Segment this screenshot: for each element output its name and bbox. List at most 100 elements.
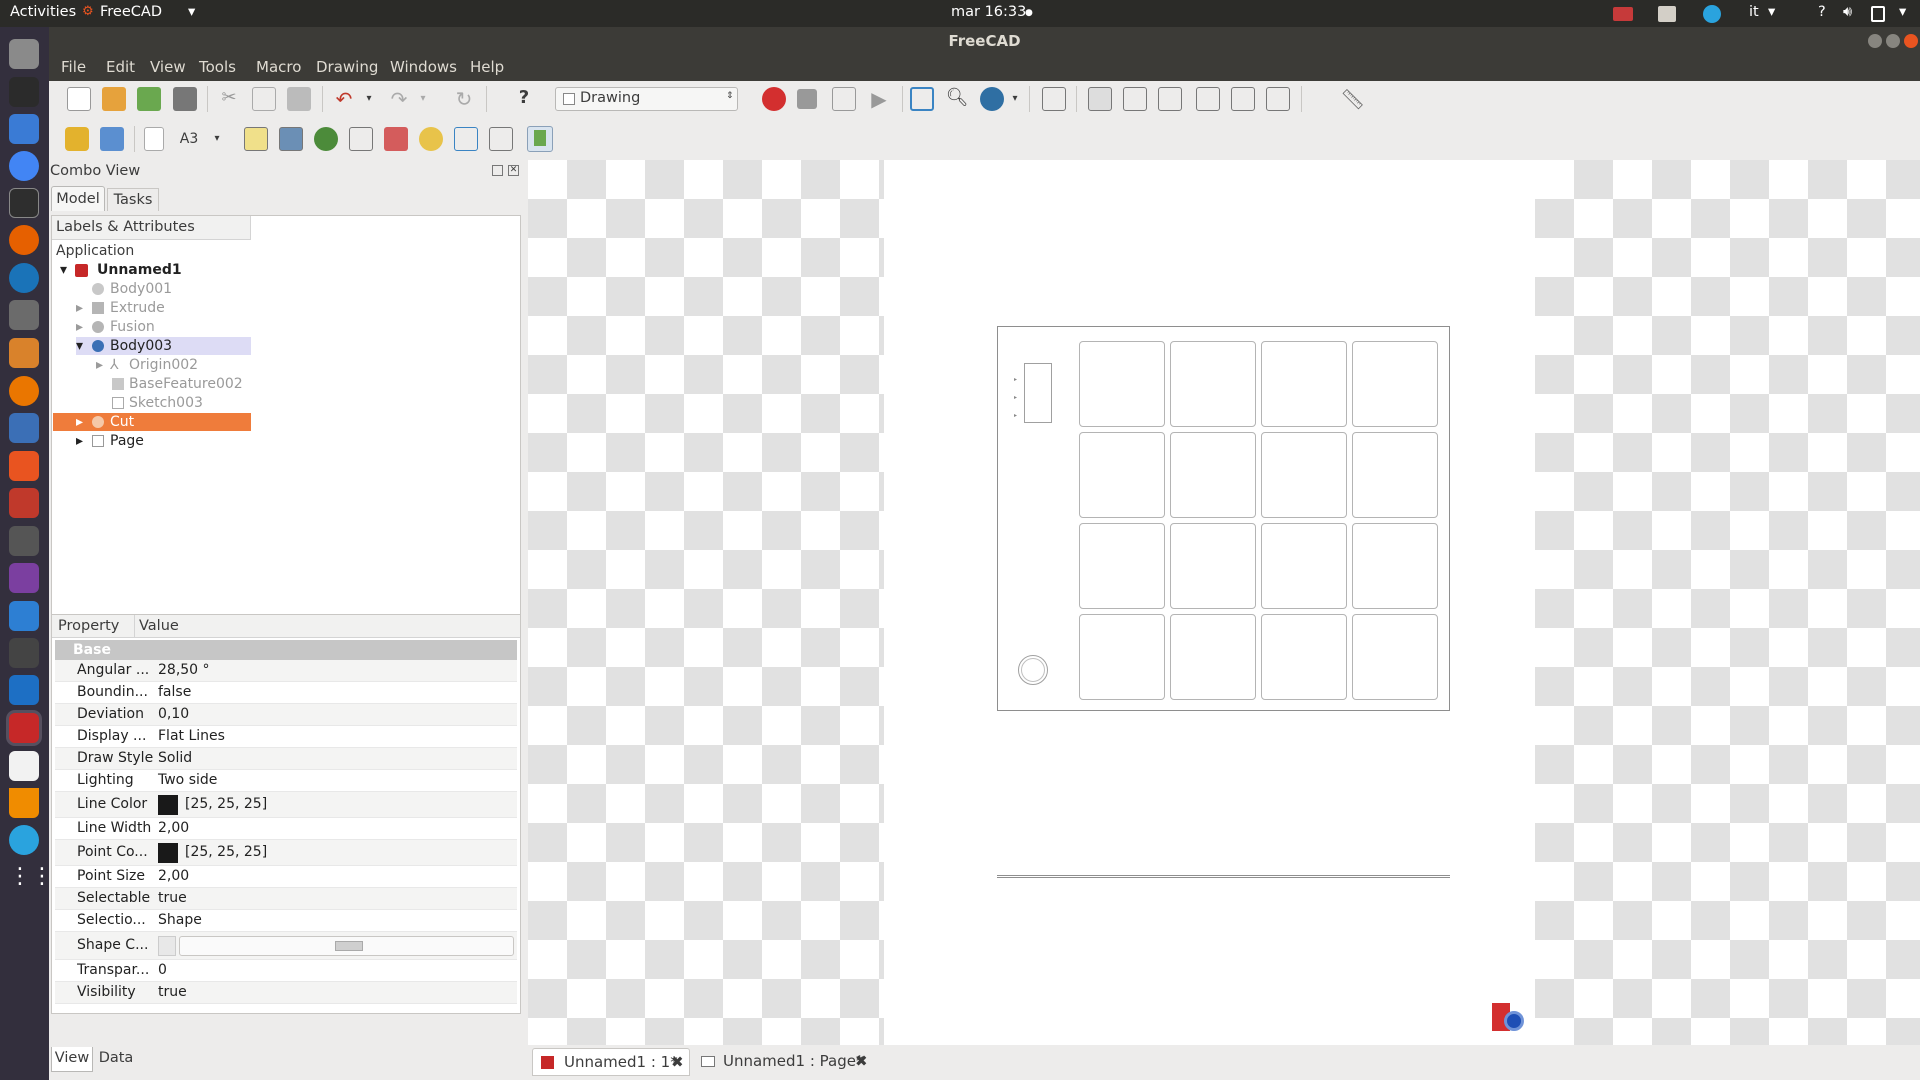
files-app-icon[interactable] (9, 39, 39, 69)
open-icon[interactable] (102, 87, 126, 111)
text-editor-app-icon[interactable] (9, 751, 39, 781)
property-row[interactable]: Deviation 0,10 (55, 704, 517, 726)
tree-item-body003[interactable]: ▾ Body003 (76, 337, 251, 355)
view-bottom-icon[interactable] (1231, 87, 1255, 111)
execute-macro-icon[interactable]: ▶ (867, 87, 891, 111)
undo-icon[interactable]: ↶ (332, 87, 356, 111)
tree-item-fusion[interactable]: ▸ Fusion (76, 318, 236, 336)
float-panel-icon[interactable] (492, 165, 503, 176)
tree-item-unnamed1[interactable]: ▾ Unnamed1 (60, 261, 182, 279)
property-row[interactable]: Display ... Flat Lines (55, 726, 517, 748)
view-left-icon[interactable] (1266, 87, 1290, 111)
print-icon[interactable] (173, 87, 197, 111)
media-app-icon[interactable] (9, 563, 39, 593)
chevron-down-icon[interactable]: ▾ (357, 87, 381, 111)
cut-icon[interactable]: ✂ (217, 87, 241, 111)
battery-icon[interactable] (1871, 6, 1885, 22)
menu-macro[interactable]: Macro (256, 58, 301, 76)
copy-icon[interactable] (252, 87, 276, 111)
new-page-icon[interactable] (144, 127, 164, 151)
chevron-down-icon[interactable]: ▾ (411, 87, 435, 111)
paste-icon[interactable] (287, 87, 311, 111)
part-icon[interactable] (65, 127, 89, 151)
property-row[interactable]: Visibility true (55, 982, 517, 1004)
doc-tab-page[interactable]: Unnamed1 : Page* ✖ (694, 1048, 874, 1076)
show-apps-icon[interactable]: ⋮⋮ (9, 862, 53, 892)
writer-app-icon[interactable] (9, 114, 39, 144)
menu-tools[interactable]: Tools (199, 58, 236, 76)
workbench-selector[interactable]: Drawing ⇕ (555, 87, 738, 111)
menu-help[interactable]: Help (470, 58, 504, 76)
drawing-viewport[interactable]: ▸ ▸ ▸ (528, 160, 1920, 1045)
telegram-tray-icon[interactable] (1703, 5, 1721, 23)
line-color-swatch[interactable] (158, 795, 178, 815)
new-document-icon[interactable] (67, 87, 91, 111)
menu-file[interactable]: File (61, 58, 86, 76)
draw-app-icon[interactable] (9, 338, 39, 368)
tree-item-origin002[interactable]: ▸ ⅄ Origin002 (96, 356, 256, 374)
menu-drawing[interactable]: Drawing (316, 58, 378, 76)
spreadsheet-view-icon[interactable] (489, 127, 513, 151)
point-color-swatch[interactable] (158, 843, 178, 863)
blender-app-icon[interactable] (9, 376, 39, 406)
property-row[interactable]: Transpar... 0 (55, 960, 517, 982)
tree-item-basefeature002[interactable]: BaseFeature002 (112, 375, 302, 393)
draft-view-icon[interactable] (454, 127, 478, 151)
menu-view[interactable]: View (150, 58, 186, 76)
close-panel-icon[interactable]: ✕ (508, 165, 519, 176)
shape-color-swatch[interactable] (158, 936, 176, 956)
tree-item-extrude[interactable]: ▸ Extrude (76, 299, 236, 317)
maximize-button[interactable] (1886, 34, 1900, 48)
clock[interactable]: mar 16:33 (951, 4, 1026, 20)
property-row[interactable]: Boundin... false (55, 682, 517, 704)
volume-icon[interactable]: 🔊︎ (1843, 4, 1852, 20)
refresh-icon[interactable]: ↻ (452, 87, 476, 111)
tab-tasks[interactable]: Tasks (107, 188, 159, 211)
ortho-views-icon[interactable] (279, 127, 303, 151)
freecad-dock-icon[interactable] (9, 713, 39, 743)
record-macro-icon[interactable] (762, 87, 786, 111)
tools-app-icon[interactable] (9, 488, 39, 518)
shape-color-slider[interactable] (179, 936, 514, 956)
draw-style-icon[interactable] (980, 87, 1004, 111)
property-row[interactable]: Point Co... [25, 25, 25] (55, 840, 517, 866)
keyboard-layout[interactable]: it (1749, 4, 1759, 20)
property-row[interactable]: Lighting Two side (55, 770, 517, 792)
tree-item-cut[interactable]: ▸ Cut (53, 413, 251, 431)
chromium-app-icon[interactable] (9, 151, 39, 181)
macros-icon[interactable] (832, 87, 856, 111)
help-indicator[interactable]: ? (1818, 4, 1826, 20)
menu-edit[interactable]: Edit (106, 58, 135, 76)
tree-item-body001[interactable]: Body001 (92, 280, 252, 298)
transfer-app-icon[interactable] (9, 601, 39, 631)
tab-view[interactable]: View (51, 1047, 93, 1072)
view-top-icon[interactable] (1123, 87, 1147, 111)
fit-selection-icon[interactable]: 🔍︎ (945, 87, 969, 111)
tab-model[interactable]: Model (51, 186, 105, 211)
telegram-app-icon[interactable] (9, 825, 39, 855)
property-row[interactable]: Selectio... Shape (55, 910, 517, 932)
insert-view-icon[interactable] (244, 127, 268, 151)
view-rear-icon[interactable] (1196, 87, 1220, 111)
stop-macro-icon[interactable] (797, 89, 817, 109)
doc-tab-3d[interactable]: Unnamed1 : 1* ✖ (532, 1048, 690, 1076)
property-row[interactable]: Draw Style Solid (55, 748, 517, 770)
export-page-button[interactable] (527, 126, 553, 152)
view-front-icon[interactable] (1088, 87, 1112, 111)
gimp-app-icon[interactable] (9, 300, 39, 330)
impress-app-icon[interactable] (9, 413, 39, 443)
group-icon[interactable] (100, 127, 124, 151)
clip-icon[interactable] (384, 127, 408, 151)
save-icon[interactable] (137, 87, 161, 111)
virtualbox-app-icon[interactable] (9, 675, 39, 705)
firefox-app-icon[interactable] (9, 225, 39, 255)
software-center-icon[interactable] (9, 451, 39, 481)
property-row[interactable]: Selectable true (55, 888, 517, 910)
property-row[interactable]: Angular ... 28,50 ° (55, 660, 517, 682)
property-row[interactable]: Line Color [25, 25, 25] (55, 792, 517, 818)
close-tab-icon[interactable]: ✖ (671, 1049, 684, 1076)
redo-icon[interactable]: ↷ (387, 87, 411, 111)
inkscape-app-icon[interactable] (9, 77, 39, 107)
slider-handle[interactable] (335, 941, 363, 951)
annotation-icon[interactable] (349, 127, 373, 151)
